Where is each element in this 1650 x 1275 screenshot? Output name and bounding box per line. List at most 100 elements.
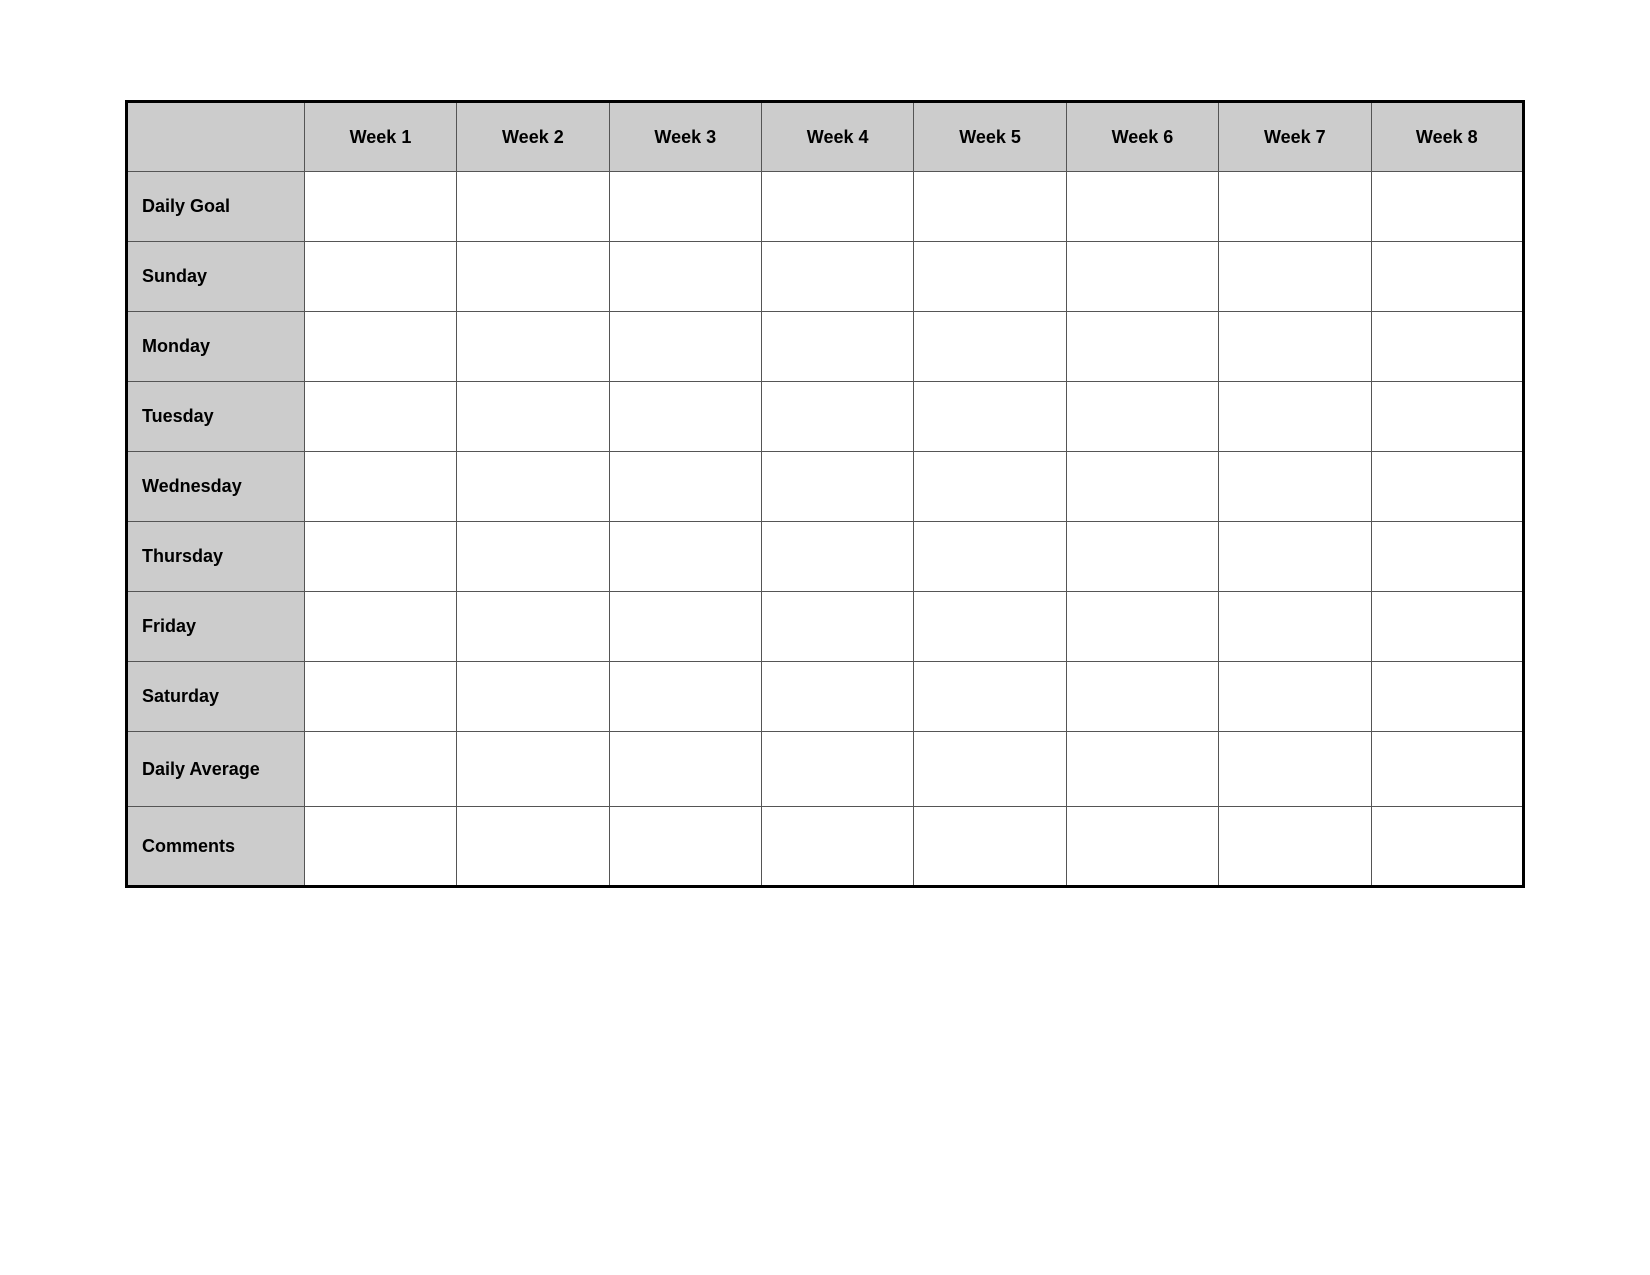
header-week6: Week 6 [1066,102,1218,172]
data-cell[interactable] [761,522,913,592]
row-label: Saturday [127,662,305,732]
data-cell[interactable] [457,172,609,242]
row-label: Comments [127,807,305,887]
data-cell[interactable] [457,382,609,452]
data-cell[interactable] [457,452,609,522]
header-week4: Week 4 [761,102,913,172]
row-label: Daily Average [127,732,305,807]
data-cell[interactable] [609,242,761,312]
data-cell[interactable] [1219,732,1371,807]
data-cell[interactable] [609,592,761,662]
table-row: Daily Goal [127,172,1524,242]
data-cell[interactable] [1371,732,1523,807]
log-table: Week 1 Week 2 Week 3 Week 4 Week 5 Week … [125,100,1525,888]
data-cell[interactable] [914,592,1066,662]
data-cell[interactable] [304,242,456,312]
data-cell[interactable] [609,807,761,887]
data-cell[interactable] [304,312,456,382]
data-cell[interactable] [1219,522,1371,592]
data-cell[interactable] [609,522,761,592]
data-cell[interactable] [761,242,913,312]
data-cell[interactable] [304,662,456,732]
data-cell[interactable] [914,522,1066,592]
data-cell[interactable] [1219,312,1371,382]
header-week5: Week 5 [914,102,1066,172]
table-row: Saturday [127,662,1524,732]
row-label: Daily Goal [127,172,305,242]
data-cell[interactable] [1219,242,1371,312]
data-cell[interactable] [1066,522,1218,592]
data-cell[interactable] [609,312,761,382]
data-cell[interactable] [457,312,609,382]
data-cell[interactable] [304,382,456,452]
data-cell[interactable] [1219,807,1371,887]
data-cell[interactable] [1066,382,1218,452]
data-cell[interactable] [609,662,761,732]
data-cell[interactable] [1219,172,1371,242]
data-cell[interactable] [457,242,609,312]
data-cell[interactable] [1066,312,1218,382]
data-cell[interactable] [457,592,609,662]
data-cell[interactable] [1219,382,1371,452]
data-cell[interactable] [609,382,761,452]
data-cell[interactable] [304,172,456,242]
data-cell[interactable] [609,452,761,522]
data-cell[interactable] [304,732,456,807]
data-cell[interactable] [761,732,913,807]
data-cell[interactable] [304,592,456,662]
data-cell[interactable] [1371,312,1523,382]
data-cell[interactable] [1371,662,1523,732]
data-cell[interactable] [609,172,761,242]
data-cell[interactable] [914,452,1066,522]
table-row: Daily Average [127,732,1524,807]
data-cell[interactable] [1066,172,1218,242]
data-cell[interactable] [1371,452,1523,522]
data-cell[interactable] [914,172,1066,242]
data-cell[interactable] [1371,807,1523,887]
data-cell[interactable] [761,662,913,732]
row-label: Friday [127,592,305,662]
data-cell[interactable] [457,522,609,592]
data-cell[interactable] [1371,382,1523,452]
data-cell[interactable] [457,662,609,732]
header-row: Week 1 Week 2 Week 3 Week 4 Week 5 Week … [127,102,1524,172]
data-cell[interactable] [914,807,1066,887]
data-cell[interactable] [1219,452,1371,522]
data-cell[interactable] [1371,522,1523,592]
data-cell[interactable] [457,807,609,887]
data-cell[interactable] [1066,807,1218,887]
data-cell[interactable] [761,172,913,242]
data-cell[interactable] [457,732,609,807]
data-cell[interactable] [304,807,456,887]
table-container: Week 1 Week 2 Week 3 Week 4 Week 5 Week … [125,100,1525,888]
table-row: Friday [127,592,1524,662]
data-cell[interactable] [1219,592,1371,662]
data-cell[interactable] [1066,452,1218,522]
data-cell[interactable] [1066,592,1218,662]
data-cell[interactable] [1219,662,1371,732]
data-cell[interactable] [609,732,761,807]
data-cell[interactable] [914,242,1066,312]
data-cell[interactable] [761,382,913,452]
data-cell[interactable] [304,522,456,592]
data-cell[interactable] [1066,662,1218,732]
table-row: Tuesday [127,382,1524,452]
data-cell[interactable] [1066,242,1218,312]
data-cell[interactable] [1371,592,1523,662]
header-empty [127,102,305,172]
data-cell[interactable] [1371,172,1523,242]
data-cell[interactable] [1371,242,1523,312]
data-cell[interactable] [761,807,913,887]
data-cell[interactable] [914,382,1066,452]
data-cell[interactable] [761,452,913,522]
data-cell[interactable] [914,662,1066,732]
table-row: Monday [127,312,1524,382]
header-week8: Week 8 [1371,102,1523,172]
data-cell[interactable] [761,312,913,382]
data-cell[interactable] [304,452,456,522]
data-cell[interactable] [914,732,1066,807]
data-cell[interactable] [1066,732,1218,807]
table-row: Thursday [127,522,1524,592]
data-cell[interactable] [914,312,1066,382]
data-cell[interactable] [761,592,913,662]
